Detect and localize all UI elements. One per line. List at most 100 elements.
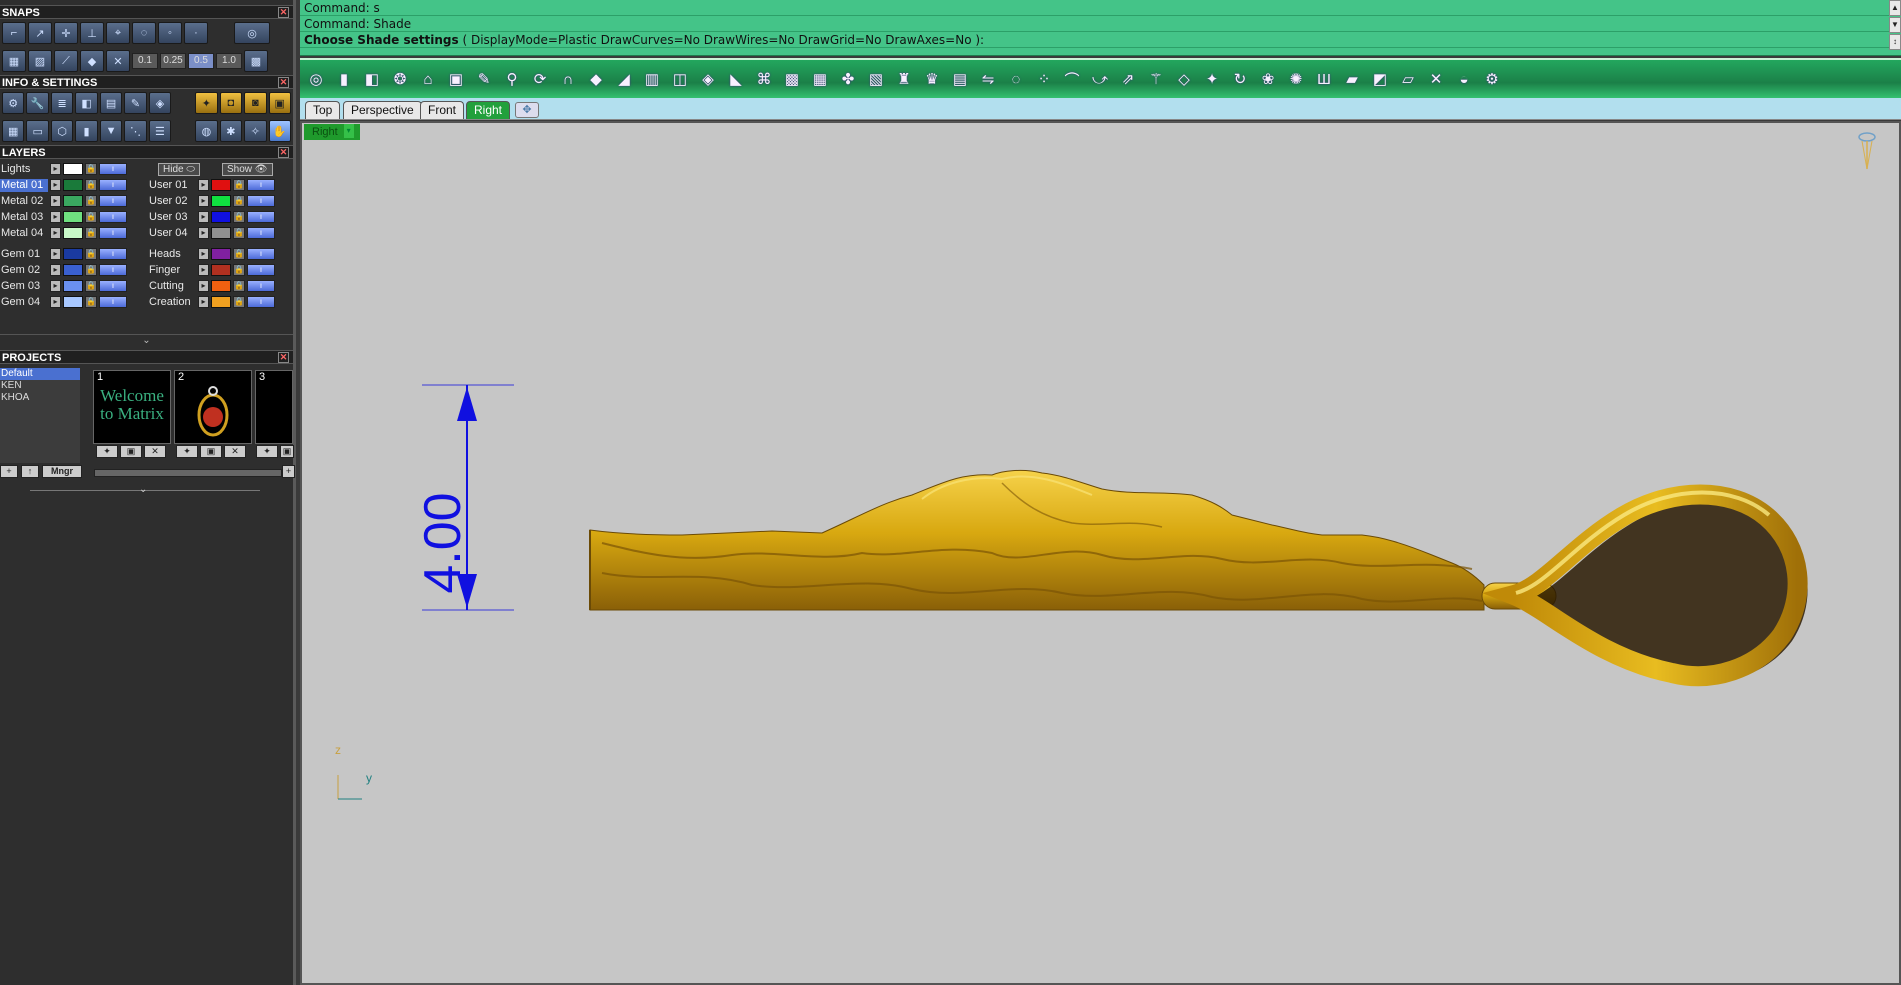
layer-row[interactable]: Gem 03 ▸ 🔒 ı (0, 279, 127, 293)
light-icon[interactable]: ◙ (244, 92, 267, 114)
snap-quad-icon[interactable]: ◦ (158, 22, 182, 44)
layer-visible-toggle[interactable]: ı (99, 248, 127, 260)
layer-row[interactable]: Metal 03 ▸ 🔒 ı (0, 210, 127, 224)
solid-icon[interactable]: ▮ (75, 120, 98, 142)
layer-visible-toggle[interactable]: ı (99, 280, 127, 292)
pot-icon[interactable]: ◒ (1452, 67, 1476, 91)
ribbon-icon[interactable]: ↻ (1228, 67, 1252, 91)
layer-color-swatch[interactable] (211, 211, 231, 223)
layer-expand-icon[interactable]: ▸ (198, 227, 209, 239)
layer-color-swatch[interactable] (63, 211, 83, 223)
layer-expand-icon[interactable]: ▸ (198, 280, 209, 292)
snap-int-icon[interactable]: ⊥ (80, 22, 104, 44)
layer-row[interactable]: Cutting ▸ 🔒 ı (148, 279, 275, 293)
layer-expand-icon[interactable]: ▸ (198, 179, 209, 191)
snap-knot-icon[interactable]: · (184, 22, 208, 44)
cube-icon[interactable]: ◧ (75, 92, 98, 114)
planar-icon[interactable]: ◆ (80, 50, 104, 72)
history-scroll-up-icon[interactable]: ▲ (1889, 0, 1901, 16)
curve-icon[interactable]: ⌒ (1060, 67, 1084, 91)
layer-name[interactable]: Cutting (148, 280, 196, 293)
layer-row[interactable]: Gem 02 ▸ 🔒 ı (0, 263, 127, 277)
solid-icon[interactable]: ◈ (696, 67, 720, 91)
wheel-icon[interactable]: ✺ (1284, 67, 1308, 91)
snap-point-icon[interactable]: ◎ (234, 22, 270, 44)
box-icon[interactable]: ⬡ (50, 120, 74, 142)
layer-visible-toggle[interactable]: ı (247, 248, 275, 260)
layer-row[interactable]: Metal 02 ▸ 🔒 ı (0, 194, 127, 208)
net-icon[interactable]: ▧ (864, 67, 888, 91)
layer-lock-icon[interactable]: 🔒 (233, 264, 245, 276)
layer-row[interactable]: Gem 04 ▸ 🔒 ı (0, 295, 127, 309)
layer-lock-icon[interactable]: 🔒 (85, 227, 97, 239)
select-icon[interactable]: ◎ (304, 67, 328, 91)
cross-icon[interactable]: ✕ (1424, 67, 1448, 91)
snap-value-0-1[interactable]: 0.1 (132, 53, 158, 69)
layer-visible-toggle[interactable]: ı (247, 211, 275, 223)
layer-expand-icon[interactable]: ▸ (50, 195, 61, 207)
list-icon[interactable]: ☰ (148, 120, 172, 142)
tree-icon[interactable]: ⌂ (416, 67, 440, 91)
layer-name[interactable]: Gem 04 (0, 296, 48, 309)
layer-color-swatch[interactable] (211, 296, 231, 308)
layer-row[interactable]: Metal 04 ▸ 🔒 ı (0, 226, 127, 240)
hand-icon[interactable]: ✋ (268, 120, 291, 142)
layer-color-swatch[interactable] (63, 296, 83, 308)
layer-visible-toggle[interactable]: ı (247, 195, 275, 207)
shank-icon[interactable]: ◢ (612, 67, 636, 91)
layer-row[interactable]: Heads ▸ 🔒 ı (148, 247, 275, 261)
layer-expand-icon[interactable]: ▸ (198, 264, 209, 276)
command-options[interactable]: ( DisplayMode=Plastic DrawCurves=No Draw… (462, 33, 984, 47)
render-icon[interactable]: ✦ (195, 92, 218, 114)
snaps-close-icon[interactable]: ✕ (278, 7, 289, 18)
band-icon[interactable]: ◌ (1004, 67, 1028, 91)
history-scroll-down-icon[interactable]: ▼ (1889, 17, 1901, 33)
layer-color-swatch[interactable] (63, 195, 83, 207)
layer-name[interactable]: Metal 02 (0, 195, 48, 208)
viewport-label[interactable]: Right ▾ (304, 124, 360, 140)
layer-visible-toggle[interactable]: ı (99, 195, 127, 207)
diamond-icon[interactable]: ◇ (1172, 67, 1196, 91)
gem-icon[interactable]: ◆ (584, 67, 608, 91)
layer-stack-icon[interactable]: ≣ (50, 92, 74, 114)
project-item[interactable]: Default (0, 368, 80, 380)
grid-icon[interactable]: ▦ (2, 50, 26, 72)
layer-color-swatch[interactable] (63, 179, 83, 191)
book-icon[interactable]: ▥ (640, 67, 664, 91)
lights-color[interactable] (63, 163, 83, 175)
layer-row[interactable]: Gem 01 ▸ 🔒 ı (0, 247, 127, 261)
layer-row[interactable]: User 02 ▸ 🔒 ı (148, 194, 275, 208)
tree2-icon[interactable]: ⚚ (1144, 67, 1168, 91)
layer-lock-icon[interactable]: 🔒 (85, 248, 97, 260)
layer-visible-toggle[interactable]: ı (99, 264, 127, 276)
layer-name[interactable]: Metal 03 (0, 211, 48, 224)
cake-icon[interactable]: ▤ (948, 67, 972, 91)
figure-icon[interactable]: ♜ (892, 67, 916, 91)
window-icon[interactable]: ▭ (26, 120, 49, 142)
box2-icon[interactable]: ◩ (1368, 67, 1392, 91)
pose-icon[interactable]: ✱ (219, 120, 243, 142)
view-cube-icon[interactable] (1858, 132, 1876, 170)
layer-row[interactable]: User 04 ▸ 🔒 ı (148, 226, 275, 240)
material-icon[interactable]: ◈ (148, 92, 172, 114)
scatter-icon[interactable]: ✤ (836, 67, 860, 91)
box-icon[interactable]: ▮ (332, 67, 356, 91)
layer-row[interactable]: Creation ▸ 🔒 ı (148, 295, 275, 309)
thumb-save-icon[interactable]: ▣ (280, 445, 294, 458)
layer-lock-icon[interactable]: 🔒 (233, 296, 245, 308)
frame-icon[interactable]: ▣ (444, 67, 468, 91)
flower-icon[interactable]: ❀ (1256, 67, 1280, 91)
project-scrollbar[interactable] (94, 469, 282, 477)
layer-name[interactable]: Metal 04 (0, 227, 48, 240)
layer-row[interactable]: Metal 01 ▸ 🔒 ı (0, 178, 127, 192)
stack-icon[interactable]: Ш (1312, 67, 1336, 91)
hide-button[interactable]: Hide ⬭ (158, 163, 200, 176)
layer-visible-toggle[interactable]: ı (99, 296, 127, 308)
tab-right[interactable]: Right (466, 101, 511, 119)
plate-icon[interactable]: ▱ (1396, 67, 1420, 91)
layer-lock-icon[interactable]: 🔒 (85, 195, 97, 207)
layer-color-swatch[interactable] (211, 195, 231, 207)
projects-collapse-icon[interactable]: ⌄ (139, 484, 147, 495)
figure2-icon[interactable]: ♛ (920, 67, 944, 91)
layer-lock-icon[interactable]: 🔒 (233, 248, 245, 260)
